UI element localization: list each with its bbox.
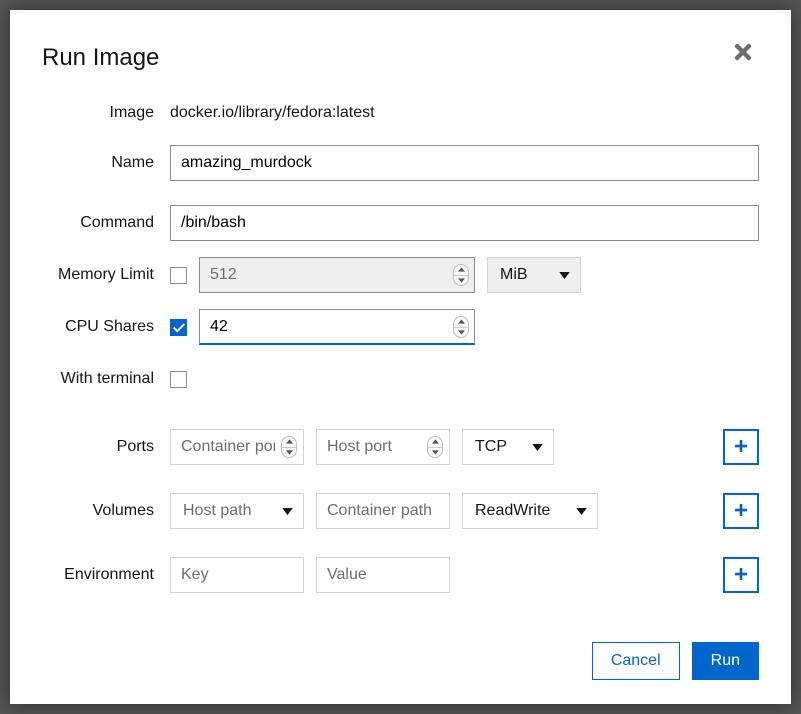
host-port-down[interactable] bbox=[428, 448, 442, 458]
host-port-up[interactable] bbox=[428, 437, 442, 448]
run-button[interactable]: Run bbox=[692, 642, 759, 680]
cpu-step-down[interactable] bbox=[454, 328, 468, 338]
memory-label: Memory Limit bbox=[42, 266, 170, 284]
close-icon bbox=[731, 52, 755, 67]
caret-down-icon bbox=[576, 502, 587, 520]
container-port-up[interactable] bbox=[282, 437, 296, 448]
memory-unit-select[interactable]: MiB bbox=[487, 257, 581, 293]
container-port-down[interactable] bbox=[282, 448, 296, 458]
memory-spinner bbox=[453, 264, 469, 286]
caret-down-icon bbox=[532, 438, 543, 456]
container-path-input[interactable] bbox=[316, 493, 450, 529]
with-terminal-checkbox[interactable] bbox=[170, 371, 187, 388]
close-button[interactable] bbox=[727, 36, 759, 70]
volume-mode-select[interactable]: ReadWrite bbox=[462, 493, 598, 529]
caret-down-icon bbox=[282, 502, 293, 520]
command-label: Command bbox=[42, 214, 170, 232]
image-value: docker.io/library/fedora:latest bbox=[170, 104, 375, 122]
name-label: Name bbox=[42, 154, 170, 172]
image-label: Image bbox=[42, 104, 170, 122]
volumes-label: Volumes bbox=[42, 502, 170, 520]
container-port-spinner bbox=[281, 436, 297, 458]
host-port-wrap bbox=[316, 429, 450, 465]
memory-unit-value: MiB bbox=[500, 266, 528, 284]
env-key-input[interactable] bbox=[170, 557, 304, 593]
cancel-button[interactable]: Cancel bbox=[592, 642, 680, 680]
memory-step-up[interactable] bbox=[454, 265, 468, 276]
host-port-spinner bbox=[427, 436, 443, 458]
add-env-button[interactable] bbox=[723, 557, 759, 593]
plus-icon bbox=[734, 439, 748, 456]
command-input[interactable] bbox=[170, 205, 759, 241]
cpu-shares-checkbox[interactable] bbox=[170, 319, 187, 336]
cpu-label: CPU Shares bbox=[42, 318, 170, 336]
plus-icon bbox=[734, 567, 748, 584]
cpu-shares-input[interactable] bbox=[199, 309, 475, 345]
add-port-button[interactable] bbox=[723, 429, 759, 465]
env-label: Environment bbox=[42, 566, 170, 584]
memory-limit-input[interactable] bbox=[199, 257, 475, 293]
run-image-modal: Run Image Image docker.io/library/fedora… bbox=[10, 10, 791, 704]
terminal-label: With terminal bbox=[42, 370, 170, 388]
memory-step-down[interactable] bbox=[454, 276, 468, 286]
cpu-spinner bbox=[453, 316, 469, 338]
cpu-step-up[interactable] bbox=[454, 317, 468, 328]
ports-label: Ports bbox=[42, 438, 170, 456]
caret-down-icon bbox=[559, 266, 570, 284]
host-path-select[interactable]: Host path bbox=[170, 493, 304, 529]
modal-title: Run Image bbox=[42, 42, 159, 73]
host-path-value: Host path bbox=[183, 502, 251, 520]
env-value-input[interactable] bbox=[316, 557, 450, 593]
memory-limit-checkbox[interactable] bbox=[170, 267, 187, 284]
plus-icon bbox=[734, 503, 748, 520]
port-protocol-value: TCP bbox=[475, 438, 507, 456]
add-volume-button[interactable] bbox=[723, 493, 759, 529]
port-protocol-select[interactable]: TCP bbox=[462, 429, 554, 465]
volume-mode-value: ReadWrite bbox=[475, 502, 550, 520]
name-input[interactable] bbox=[170, 145, 759, 181]
container-port-wrap bbox=[170, 429, 304, 465]
